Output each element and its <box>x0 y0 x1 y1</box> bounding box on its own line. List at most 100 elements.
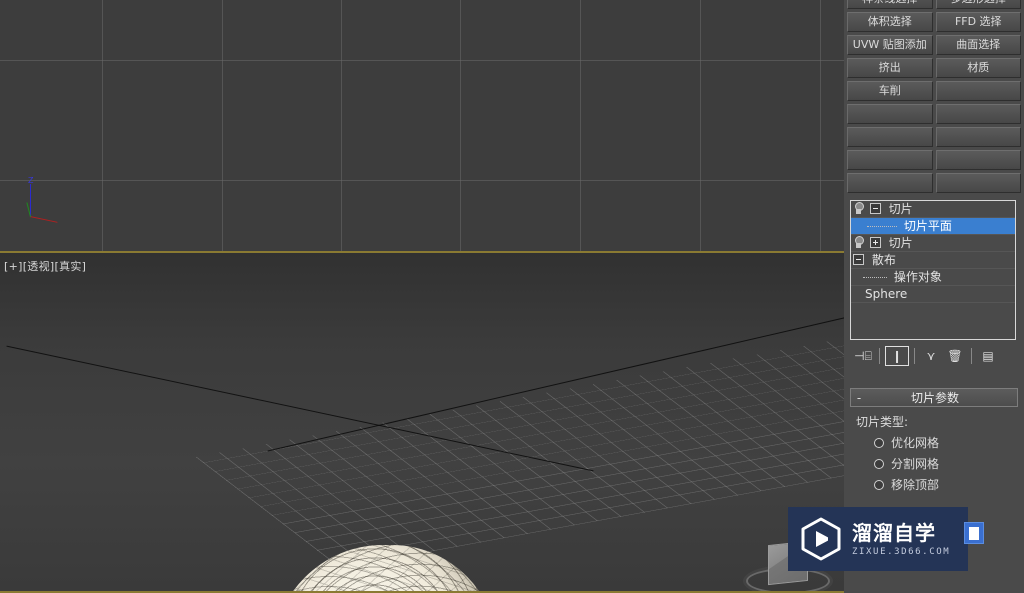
configure-modifier-sets-icon[interactable]: ▤ <box>977 346 999 366</box>
slice-type-label: 切片类型: <box>856 415 909 429</box>
modifier-button-row <box>845 173 1023 193</box>
modifier-button-spline-select[interactable]: 样条线选择 <box>847 0 933 9</box>
modifier-button-empty[interactable] <box>935 173 1021 193</box>
modifier-button-ffd-select[interactable]: FFD 选择 <box>935 12 1021 32</box>
radio-option-split-mesh[interactable]: 分割网格 <box>874 455 1018 472</box>
tree-connector-icon <box>863 277 887 278</box>
remove-modifier-icon[interactable]: 🗑 <box>944 346 966 366</box>
modifier-button-row: 车削 <box>845 81 1023 101</box>
modifier-button-poly-select[interactable]: 多边形选择 <box>935 0 1021 9</box>
radio-option-remove-top[interactable]: 移除顶部 <box>874 476 1018 493</box>
modifier-stack-item-label: 切片 <box>888 236 913 250</box>
grid-line-horizontal <box>0 180 844 181</box>
grid-line-vertical <box>102 0 103 251</box>
axis-z-line <box>30 184 31 216</box>
axis-tripod-top-viewport: Z <box>10 176 70 232</box>
modifier-button-row: UVW 贴图添加 曲面选择 <box>845 35 1023 55</box>
world-axis-line-x <box>6 345 594 472</box>
watermark-text: 溜溜自学 ZIXUE.3D66.COM <box>852 521 950 557</box>
modifier-stack-item-sphere[interactable]: Sphere <box>851 286 1015 303</box>
modifier-button-lathe[interactable]: 车削 <box>847 81 933 101</box>
toolbar-divider <box>879 348 880 364</box>
radio-button-icon[interactable] <box>874 479 884 490</box>
scatter-sphere-object[interactable] <box>272 545 498 591</box>
modifier-button-row <box>845 127 1023 147</box>
light-bulb-icon[interactable] <box>853 236 864 249</box>
modifier-stack-item-label: 切片平面 <box>903 219 952 233</box>
radio-button-icon[interactable] <box>874 458 884 469</box>
toolbar-divider <box>914 348 915 364</box>
modifier-button-material[interactable]: 材质 <box>935 58 1021 78</box>
modifier-stack-item-slice-1[interactable]: 切片 <box>851 201 1015 218</box>
modifier-stack-item-scatter[interactable]: 散布 <box>851 252 1015 269</box>
tree-connector-icon <box>867 226 897 227</box>
modifier-button-empty[interactable] <box>935 81 1021 101</box>
collapse-minus-icon[interactable] <box>853 254 864 265</box>
modifier-button-uvw-map-add[interactable]: UVW 贴图添加 <box>847 35 933 55</box>
modifier-stack-item-label: 散布 <box>871 253 896 267</box>
command-panel: 样条线选择 多边形选择 体积选择 FFD 选择 UVW 贴图添加 曲面选择 挤出… <box>844 0 1024 593</box>
modifier-stack-toolbar: ⊣⌸ ❙ ⋎ 🗑 ▤ <box>850 344 1016 368</box>
modifier-button-empty[interactable] <box>847 150 933 170</box>
grid-line-vertical <box>700 0 701 251</box>
grid-line-vertical <box>580 0 581 251</box>
slice-parameters-rollout: - 切片参数 切片类型: 优化网格 分割网格 移除顶部 <box>850 388 1018 497</box>
viewport-perspective[interactable]: Z Z <box>0 251 844 593</box>
radio-option-label: 分割网格 <box>891 457 940 471</box>
grid-line-vertical <box>460 0 461 251</box>
modifier-button-row: 样条线选择 多边形选择 <box>845 0 1023 9</box>
3dsmax-window: Z Z <box>0 0 1024 593</box>
collapse-minus-icon[interactable] <box>869 203 881 214</box>
modifier-button-row: 体积选择 FFD 选择 <box>845 12 1023 32</box>
grid-line-vertical <box>341 0 342 251</box>
modifier-stack-item-label: 切片 <box>888 202 913 216</box>
rollout-toggle-icon[interactable]: - <box>851 391 867 405</box>
watermark-subtitle: ZIXUE.3D66.COM <box>852 547 951 557</box>
grid-line-vertical <box>222 0 223 251</box>
make-unique-icon[interactable]: ⋎ <box>920 346 942 366</box>
viewport-label-perspective[interactable]: [+][透视][真实] <box>4 258 86 274</box>
radio-option-label: 移除顶部 <box>891 478 940 492</box>
modifier-button-empty[interactable] <box>847 104 933 124</box>
modifier-button-empty[interactable] <box>935 104 1021 124</box>
toolbar-divider <box>971 348 972 364</box>
modifier-button-empty[interactable] <box>847 173 933 193</box>
modifier-button-empty[interactable] <box>935 127 1021 147</box>
world-axis-line-y <box>267 315 844 452</box>
axis-x-line <box>29 216 58 223</box>
modifier-button-empty[interactable] <box>847 127 933 147</box>
rollout-title: 切片参数 <box>910 391 959 405</box>
modifier-set-buttons: 样条线选择 多边形选择 体积选择 FFD 选择 UVW 贴图添加 曲面选择 挤出… <box>844 0 1024 196</box>
show-end-result-icon[interactable]: ❙ <box>885 346 909 366</box>
rollout-header[interactable]: - 切片参数 <box>850 388 1018 407</box>
grid-line-horizontal <box>0 60 844 61</box>
modifier-stack-item-slice-plane[interactable]: 切片平面 <box>851 218 1015 235</box>
viewport-top[interactable]: Z <box>0 0 844 251</box>
modifier-stack-item-label: 操作对象 <box>893 270 942 284</box>
modifier-button-empty[interactable] <box>935 150 1021 170</box>
modifier-button-row: 挤出 材质 <box>845 58 1023 78</box>
ground-grid <box>195 309 844 569</box>
pin-stack-icon[interactable]: ⊣⌸ <box>852 346 874 366</box>
radio-option-refine-mesh[interactable]: 优化网格 <box>874 434 1018 451</box>
modifier-stack-item-label: Sphere <box>865 287 908 301</box>
watermark-corner-chip-icon <box>964 522 984 544</box>
watermark-overlay: 溜溜自学 ZIXUE.3D66.COM <box>788 507 984 571</box>
modifier-button-row <box>845 150 1023 170</box>
perspective-background: Z Z <box>0 253 844 591</box>
modifier-stack-list[interactable]: 切片 切片平面 切片 散布 操作对象 Sphere <box>850 200 1016 340</box>
radio-option-label: 优化网格 <box>891 436 940 450</box>
radio-button-icon[interactable] <box>874 437 884 448</box>
watermark-title: 溜溜自学 <box>852 521 936 545</box>
modifier-button-extrude[interactable]: 挤出 <box>847 58 933 78</box>
rollout-body: 切片类型: 优化网格 分割网格 移除顶部 <box>850 407 1018 493</box>
light-bulb-icon[interactable] <box>853 202 864 215</box>
grid-line-vertical <box>820 0 821 251</box>
modifier-stack-item-operand[interactable]: 操作对象 <box>851 269 1015 286</box>
modifier-button-surface-select[interactable]: 曲面选择 <box>935 35 1021 55</box>
modifier-button-row <box>845 104 1023 124</box>
expand-plus-icon[interactable] <box>869 237 881 248</box>
modifier-stack-item-slice-2[interactable]: 切片 <box>851 235 1015 252</box>
play-button-logo-icon <box>798 516 844 562</box>
modifier-button-volume-select[interactable]: 体积选择 <box>847 12 933 32</box>
